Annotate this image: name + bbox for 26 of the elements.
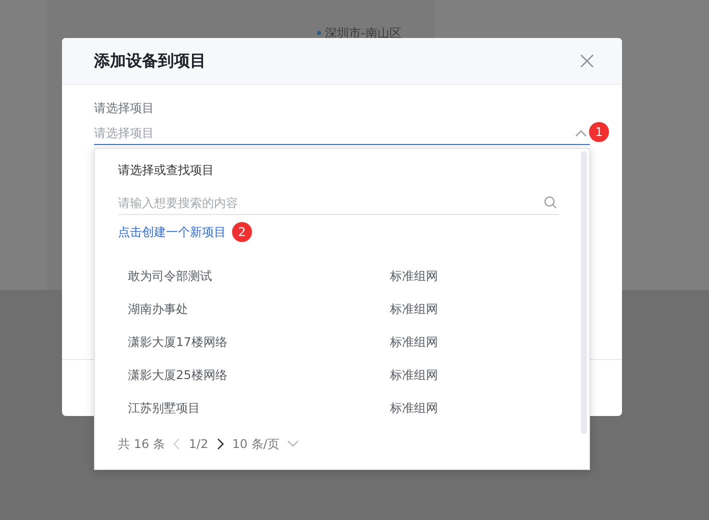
network-type: 标准组网 (390, 366, 438, 384)
project-name[interactable]: 敢为司令部测试 (128, 266, 390, 284)
project-name[interactable]: 潇影大厦17楼网络 (128, 332, 390, 350)
region-label: 深圳市-南山区 (317, 24, 402, 42)
create-project-link[interactable]: 点击创建一个新项目 (118, 223, 226, 241)
callout-marker: 2 (232, 222, 252, 242)
network-type: 标准组网 (390, 334, 438, 350)
page-size-select[interactable]: 10 条/页 (232, 436, 280, 452)
close-icon[interactable] (580, 54, 594, 68)
network-type: 标准组网 (390, 300, 438, 318)
network-type: 标准组网 (390, 268, 438, 284)
project-name[interactable]: 潇影大厦25楼网络 (128, 366, 390, 384)
field-label: 请选择项目 (94, 100, 155, 117)
next-page-icon[interactable] (216, 438, 224, 450)
dialog-title: 添加设备到项目 (94, 50, 206, 72)
caret-icon (287, 440, 300, 448)
callout-marker: 1 (589, 122, 609, 142)
search-icon (544, 196, 557, 209)
project-select[interactable]: 请选择项目 (94, 121, 590, 145)
project-name[interactable]: 湖南办事处 (128, 300, 390, 318)
page-indicator: 1/2 (188, 436, 208, 452)
project-name[interactable]: 江苏别墅项目 (128, 398, 390, 416)
network-type: 标准组网 (390, 400, 438, 416)
dropdown-heading: 请选择或查找项目 (118, 162, 215, 179)
search-field[interactable]: 请输入想要搜索的内容 (118, 191, 559, 215)
total-count: 共 16 条 (118, 436, 165, 452)
